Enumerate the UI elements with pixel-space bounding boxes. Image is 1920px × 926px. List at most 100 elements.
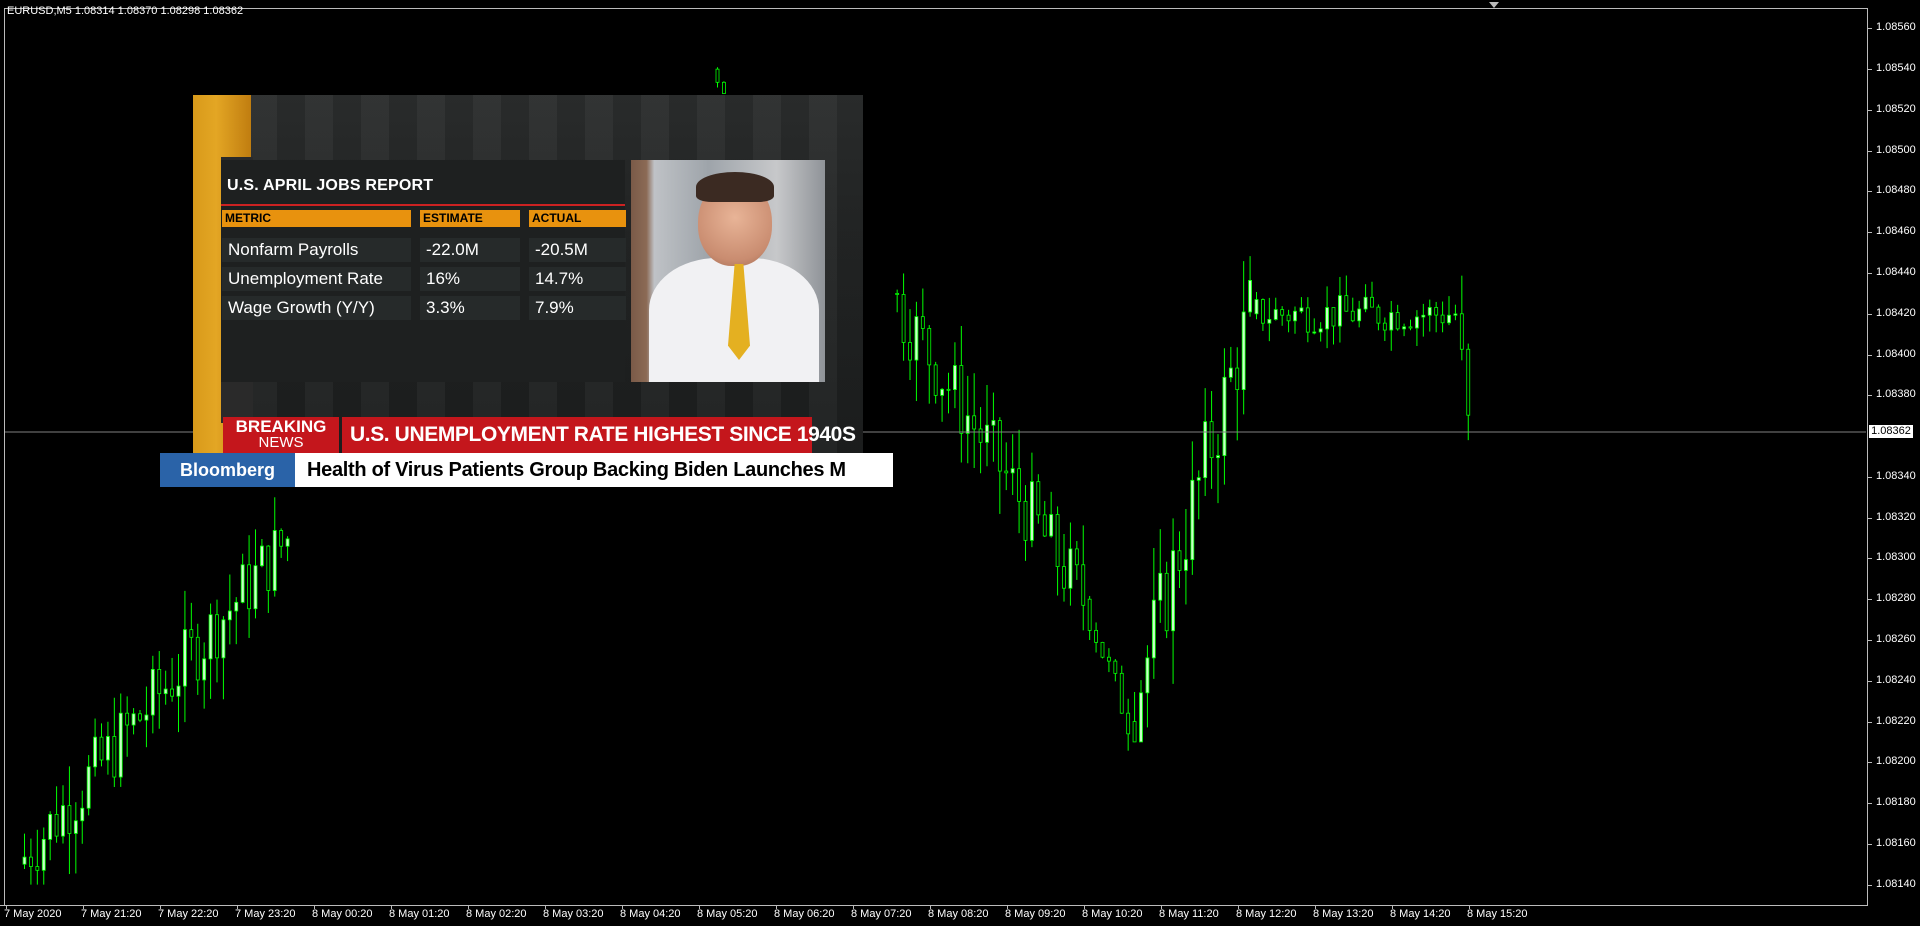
candle-body (61, 805, 65, 837)
time-tick-label: 8 May 00:20 (312, 908, 373, 920)
candle-body (1338, 295, 1342, 327)
price-scale-axis[interactable] (1867, 8, 1868, 906)
time-tick-label: 8 May 11:20 (1159, 908, 1219, 920)
time-tick-mark (314, 905, 315, 909)
price-tick-mark (1867, 109, 1872, 111)
candle-body (247, 564, 251, 610)
candle-body (1100, 641, 1105, 658)
price-tick-label: 1.08340 (1876, 469, 1916, 482)
candle-body (1447, 314, 1451, 324)
price-tick-mark (1867, 69, 1872, 71)
time-tick-label: 8 May 03:20 (543, 908, 604, 920)
candle-body (901, 294, 906, 343)
candle-body (144, 714, 149, 721)
price-tick-label: 1.08520 (1876, 102, 1916, 115)
price-tick-label: 1.08460 (1876, 225, 1916, 238)
candle-body (895, 293, 900, 295)
bloomberg-logo: Bloomberg (160, 453, 295, 487)
candle-body (965, 415, 970, 434)
time-tick-mark (1469, 905, 1470, 909)
candle-body (1357, 308, 1362, 322)
candle-body (1107, 656, 1111, 662)
price-tick-mark (1867, 150, 1872, 152)
candle-body (985, 424, 989, 443)
candle-body (1132, 721, 1137, 743)
candle-body (991, 420, 996, 426)
price-tick-label: 1.08260 (1876, 632, 1916, 645)
time-tick-label: 8 May 08:20 (928, 908, 989, 920)
candle-body (54, 814, 59, 837)
chart-shift-marker-icon[interactable] (1489, 2, 1499, 8)
table-cell: 3.3% (420, 296, 520, 320)
time-tick-mark (1315, 905, 1316, 909)
price-tick-mark (1867, 517, 1872, 519)
candle-body (189, 629, 194, 638)
time-tick-mark (468, 905, 469, 909)
candle-body (1273, 309, 1278, 320)
table-header-estimate: ESTIMATE (420, 210, 520, 227)
time-tick-mark (1084, 905, 1085, 909)
table-cell: 16% (420, 267, 520, 291)
time-tick-label: 8 May 13:20 (1313, 908, 1374, 920)
price-tick-label: 1.08440 (1876, 266, 1916, 279)
news-video-overlay[interactable]: U.S. APRIL JOBS REPORT METRIC ESTIMATE ACT… (193, 95, 863, 453)
candle-body (48, 814, 53, 840)
candle-body (1190, 479, 1195, 561)
candle-body (1184, 559, 1188, 571)
price-tick-label: 1.08280 (1876, 592, 1916, 605)
symbol-info: EURUSD,M5 1.08314 1.08370 1.08298 1.0836… (7, 5, 244, 17)
time-tick-mark (83, 905, 84, 909)
candle-body (1248, 280, 1252, 313)
candle-body (67, 805, 72, 834)
time-tick-label: 8 May 02:20 (466, 908, 527, 920)
price-tick-mark (1867, 558, 1872, 560)
table-header-actual: ACTUAL (529, 210, 626, 227)
candle-body (1363, 296, 1368, 310)
candle-body (99, 736, 104, 761)
candle-body (86, 766, 91, 809)
candle-body (1370, 296, 1374, 308)
candle-body (1241, 311, 1246, 391)
time-tick-label: 8 May 14:20 (1390, 908, 1451, 920)
time-tick-label: 8 May 12:20 (1236, 908, 1297, 920)
candle-body (1350, 310, 1355, 322)
candle-body (1203, 421, 1208, 479)
candle-body (940, 388, 944, 396)
candle-body (927, 328, 932, 366)
candle-body (1395, 312, 1400, 330)
price-tick-label: 1.08320 (1876, 510, 1916, 523)
candle-body (1010, 468, 1015, 474)
candle-body (80, 807, 85, 822)
price-tick-label: 1.08240 (1876, 673, 1916, 686)
candle-body (35, 866, 40, 871)
candle-body (1042, 514, 1047, 537)
candle-body (1145, 657, 1150, 694)
candle-body (1286, 314, 1291, 322)
chart-frame-left (4, 8, 5, 905)
time-tick-mark (6, 905, 7, 909)
candle-body (1331, 307, 1336, 327)
candle-body (1299, 307, 1304, 312)
price-tick-mark (1867, 721, 1872, 723)
time-tick-mark (853, 905, 854, 909)
candle-body (170, 688, 174, 697)
table-cell: Nonfarm Payrolls (222, 238, 411, 262)
news-ticker: Bloomberg Health of Virus Patients Group… (160, 453, 893, 487)
price-tick-mark (1867, 28, 1872, 30)
candle-body (208, 614, 213, 660)
candle-body (260, 545, 264, 567)
anchor-hair (696, 172, 774, 202)
candle-body (202, 658, 207, 681)
time-scale-axis[interactable] (0, 905, 1868, 906)
candle-body (73, 820, 78, 834)
candle-body (1408, 326, 1413, 329)
candle-body (1402, 326, 1406, 330)
candle-body (1376, 306, 1381, 324)
candle-body (972, 415, 977, 430)
candle-body (1382, 322, 1387, 331)
time-tick-label: 8 May 05:20 (697, 908, 758, 920)
jobs-report-title: U.S. APRIL JOBS REPORT (227, 177, 434, 194)
candle-body (176, 685, 181, 697)
table-cell: 14.7% (529, 267, 626, 291)
price-tick-mark (1867, 803, 1872, 805)
